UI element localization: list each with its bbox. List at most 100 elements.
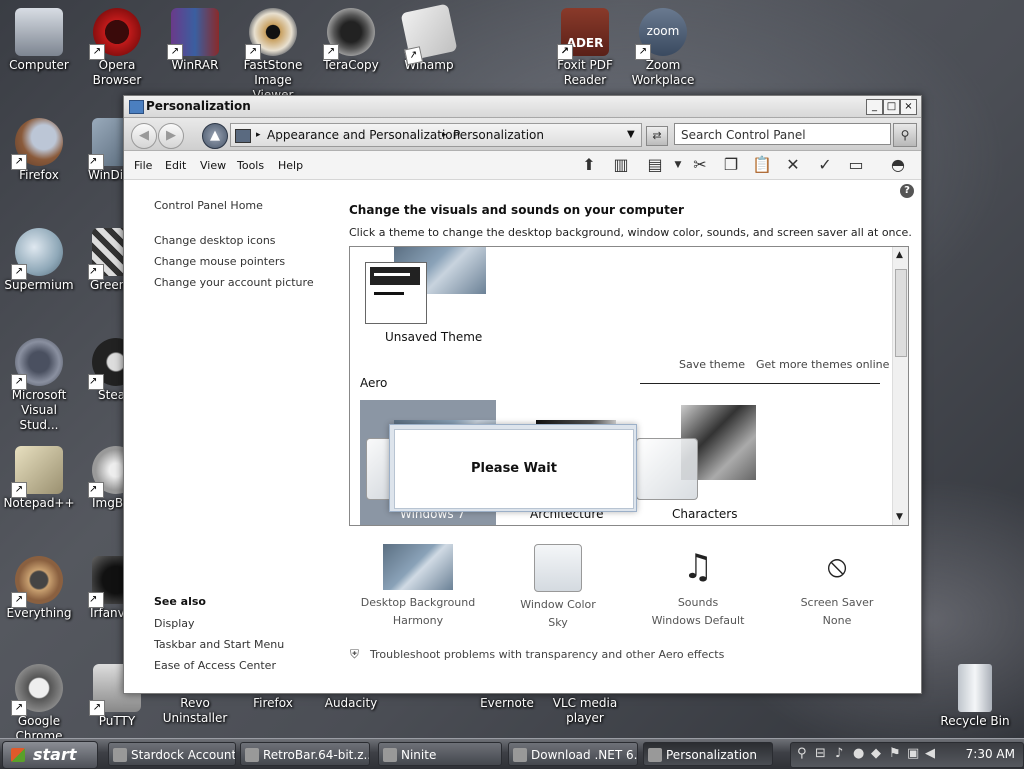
- window-color-setting[interactable]: Window Color Sky: [488, 544, 628, 629]
- desktop-icon-faststone[interactable]: ↗ FastStone Image Viewer: [234, 8, 312, 103]
- menu-edit[interactable]: Edit: [165, 159, 186, 172]
- scroll-up-icon[interactable]: ▲: [896, 250, 903, 260]
- refresh-button[interactable]: ⇄: [646, 126, 668, 146]
- breadcrumb[interactable]: ▸ Appearance and Personalization ▸ Perso…: [230, 123, 642, 147]
- chevron-down-icon[interactable]: ▼: [627, 124, 635, 146]
- zoom-icon: zoom ↗: [635, 8, 687, 60]
- change-account-picture-link[interactable]: Change your account picture: [154, 276, 314, 289]
- close-button[interactable]: ×: [900, 99, 917, 115]
- change-desktop-icons-link[interactable]: Change desktop icons: [154, 234, 276, 247]
- delete-icon[interactable]: ✕: [781, 155, 805, 175]
- desktop-icon-recycle-bin[interactable]: Recycle Bin: [936, 664, 1014, 729]
- flag-icon[interactable]: ⚑: [889, 746, 901, 761]
- menu-file[interactable]: File: [134, 159, 152, 172]
- shortcut-arrow-icon: ↗: [89, 44, 105, 60]
- display-icon[interactable]: ▣: [907, 746, 919, 761]
- menu-tools[interactable]: Tools: [237, 159, 264, 172]
- maximize-button[interactable]: □: [883, 99, 900, 115]
- screen-saver-setting[interactable]: ⦸ Screen Saver None: [767, 544, 907, 627]
- panes-icon[interactable]: ▥: [609, 155, 633, 175]
- unsaved-theme-preview[interactable]: [365, 262, 427, 324]
- desktop-icon-vlc[interactable]: VLC media player: [546, 696, 624, 736]
- task-ninite[interactable]: Ninite: [378, 742, 502, 766]
- task-personalization[interactable]: Personalization: [643, 742, 773, 766]
- up-button[interactable]: ▲: [202, 123, 228, 149]
- theme-characters[interactable]: Characters: [636, 400, 766, 525]
- desktop-icon-irfanview[interactable]: ↗ Irfanv: [78, 556, 124, 621]
- minimize-button[interactable]: _: [866, 99, 883, 115]
- checkmark-icon[interactable]: ✓: [813, 155, 837, 175]
- troubleshoot-link[interactable]: Troubleshoot problems with transparency …: [370, 648, 724, 661]
- taskbar-start-menu-link[interactable]: Taskbar and Start Menu: [154, 638, 284, 651]
- change-mouse-pointers-link[interactable]: Change mouse pointers: [154, 255, 285, 268]
- search-button[interactable]: ⚲: [893, 123, 917, 147]
- desktop-icon-foxit[interactable]: ADER ↗ Foxit PDF Reader: [546, 8, 624, 88]
- up-folder-icon[interactable]: ⬆: [577, 155, 601, 175]
- desktop-icon-opera[interactable]: ↗ Opera Browser: [78, 8, 156, 88]
- paste-icon[interactable]: 📋: [750, 155, 774, 175]
- theme-list-scrollbar[interactable]: ▲ ▼: [892, 247, 908, 525]
- properties-icon[interactable]: ▭: [844, 155, 868, 175]
- start-label: start: [33, 745, 77, 764]
- back-button[interactable]: ◀: [131, 123, 157, 149]
- desktop-icon-zoom[interactable]: zoom ↗ Zoom Workplace: [624, 8, 702, 88]
- notepadpp-icon: ↗: [11, 446, 63, 498]
- forward-button[interactable]: ▶: [158, 123, 184, 149]
- desktop-icon-notepadpp[interactable]: ↗ Notepad++: [0, 446, 78, 511]
- breadcrumb-appearance[interactable]: Appearance and Personalization: [267, 124, 460, 146]
- search-input[interactable]: Search Control Panel: [674, 123, 891, 145]
- tray-app-icon-2[interactable]: ◆: [871, 746, 881, 761]
- task-download-net[interactable]: Download .NET 6...: [508, 742, 638, 766]
- menu-view[interactable]: View: [200, 159, 226, 172]
- desktop-icon-green[interactable]: ↗ Green: [78, 228, 124, 293]
- desktop-icon-winrar[interactable]: ↗ WinRAR: [156, 8, 234, 73]
- scroll-down-icon[interactable]: ▼: [896, 512, 903, 522]
- desktop-icon-firefox[interactable]: ↗ Firefox: [0, 118, 78, 183]
- views-dropdown-icon[interactable]: ▼: [666, 155, 690, 175]
- display-link[interactable]: Display: [154, 617, 195, 630]
- menu-help[interactable]: Help: [278, 159, 303, 172]
- desktop-icon-winamp[interactable]: ↗ Winamp: [390, 3, 468, 73]
- cut-icon[interactable]: ✂: [688, 155, 712, 175]
- control-panel-home-link[interactable]: Control Panel Home: [154, 199, 263, 212]
- shell-icon[interactable]: ◓: [886, 155, 910, 175]
- desktop-icon-chrome[interactable]: ↗ Google Chrome: [0, 664, 78, 744]
- refresh-icon: ⇄: [652, 129, 662, 142]
- desktop-icon-supermium[interactable]: ↗ Supermium: [0, 228, 78, 293]
- desktop-background-setting[interactable]: Desktop Background Harmony: [348, 544, 488, 627]
- desktop-icon-evernote[interactable]: Evernote: [468, 696, 546, 711]
- windirstat-icon: ↗: [88, 118, 124, 170]
- title-bar[interactable]: Personalization _ □ ×: [124, 96, 921, 118]
- task-retrobar[interactable]: RetroBar.64-bit.z...: [240, 742, 370, 766]
- copy-icon[interactable]: ❐: [719, 155, 743, 175]
- start-button[interactable]: start: [2, 741, 98, 769]
- scrollbar-thumb[interactable]: [895, 269, 907, 357]
- speaker-icon[interactable]: ◀: [925, 746, 935, 761]
- breadcrumb-personalization[interactable]: Personalization: [453, 124, 544, 146]
- clock[interactable]: 7:30 AM: [966, 747, 1015, 761]
- task-stardock[interactable]: Stardock Account...: [108, 742, 236, 766]
- ease-of-access-link[interactable]: Ease of Access Center: [154, 659, 276, 672]
- sounds-title: Sounds: [677, 596, 719, 609]
- search-tray-icon[interactable]: ⚲: [797, 746, 807, 761]
- shortcut-arrow-icon: ↗: [88, 592, 104, 608]
- volume-icon[interactable]: ♪: [835, 746, 843, 761]
- help-icon[interactable]: ?: [900, 184, 914, 198]
- desktop-icon-firefox-2[interactable]: Firefox: [234, 696, 312, 711]
- desktop-icon-teracopy[interactable]: ↗ TeraCopy: [312, 8, 390, 73]
- desktop-icon-everything[interactable]: ↗ Everything: [0, 556, 78, 621]
- network-icon[interactable]: ⊟: [815, 746, 826, 761]
- desktop-icon-windirstat[interactable]: ↗ WinDi: [78, 118, 124, 183]
- views-icon[interactable]: ▤: [643, 155, 667, 175]
- desktop-icon-computer[interactable]: Computer: [0, 8, 78, 73]
- get-more-themes-link[interactable]: Get more themes online: [756, 358, 889, 371]
- unsaved-theme-label[interactable]: Unsaved Theme: [385, 330, 482, 344]
- desktop-icon-audacity[interactable]: Audacity: [312, 696, 390, 711]
- sounds-setting[interactable]: ♫ Sounds Windows Default: [628, 544, 768, 627]
- save-theme-link[interactable]: Save theme: [679, 358, 745, 371]
- desktop-icon-imgburn[interactable]: ↗ ImgB: [78, 446, 124, 511]
- desktop-icon-revo[interactable]: Revo Uninstaller: [156, 696, 234, 736]
- desktop-icon-visual-studio[interactable]: ↗ Microsoft Visual Stud...: [0, 338, 78, 433]
- tray-app-icon[interactable]: ●: [853, 746, 864, 761]
- desktop-icon-steam[interactable]: ↗ Stea: [78, 338, 124, 403]
